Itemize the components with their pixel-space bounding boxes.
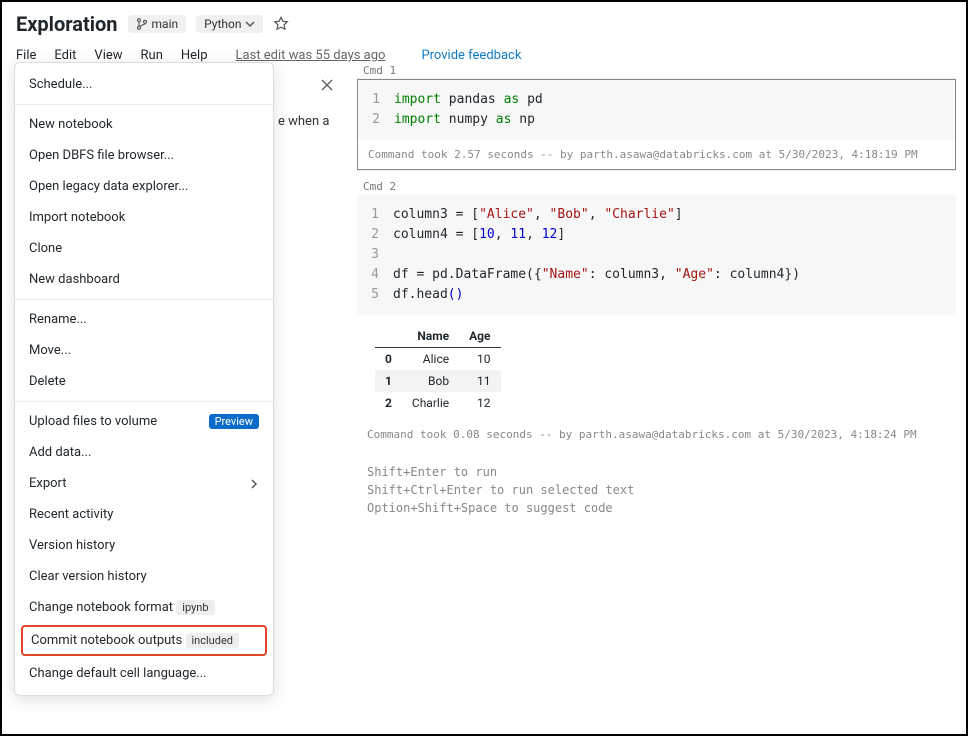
code-content: import pandas as pd import numpy as np — [394, 90, 947, 130]
language-selector[interactable]: Python — [196, 15, 263, 33]
separator — [15, 104, 273, 105]
last-edit-link[interactable]: Last edit was 55 days ago — [236, 48, 386, 63]
menu-item-open-legacy[interactable]: Open legacy data explorer... — [15, 171, 273, 202]
included-badge: included — [186, 633, 240, 648]
branch-name: main — [152, 17, 179, 31]
chevron-right-icon — [249, 479, 259, 489]
code-editor-2[interactable]: 1 2 3 4 5 column3 = ["Alice", "Bob", "Ch… — [357, 195, 956, 315]
file-dropdown-menu: Schedule... New notebook Open DBFS file … — [14, 62, 274, 696]
cell-1[interactable]: 1 2 import pandas as pd import numpy as … — [357, 79, 956, 170]
format-badge: ipynb — [176, 600, 214, 615]
code-content: column3 = ["Alice", "Bob", "Charlie"] co… — [393, 205, 948, 305]
truncated-text: e when a — [278, 114, 329, 129]
menu-item-recent[interactable]: Recent activity — [15, 499, 273, 530]
separator — [15, 401, 273, 402]
cell-label-1: Cmd 1 — [357, 62, 956, 79]
preview-badge: Preview — [209, 414, 259, 429]
close-icon[interactable] — [320, 78, 334, 92]
menu-help[interactable]: Help — [181, 48, 208, 63]
menu-run[interactable]: Run — [141, 48, 163, 63]
menu-item-commit-outputs[interactable]: Commit notebook outputs included — [21, 625, 267, 656]
separator — [15, 299, 273, 300]
menu-item-clear-history[interactable]: Clear version history — [15, 561, 273, 592]
menu-item-schedule[interactable]: Schedule... — [15, 69, 273, 100]
cell-status-1: Command took 2.57 seconds -- by parth.as… — [358, 140, 955, 169]
feedback-link[interactable]: Provide feedback — [421, 48, 521, 63]
menu-item-import-notebook[interactable]: Import notebook — [15, 202, 273, 233]
chevron-down-icon — [245, 19, 255, 29]
code-editor-1[interactable]: 1 2 import pandas as pd import numpy as … — [358, 80, 955, 140]
cell-status-2: Command took 0.08 seconds -- by parth.as… — [357, 420, 956, 449]
table-row: 0Alice10 — [375, 348, 501, 371]
menu-file[interactable]: File — [16, 48, 36, 63]
cell-2[interactable]: 1 2 3 4 5 column3 = ["Alice", "Bob", "Ch… — [357, 195, 956, 449]
menu-item-export[interactable]: Export — [15, 468, 273, 499]
menu-item-move[interactable]: Move... — [15, 335, 273, 366]
language-label: Python — [204, 17, 241, 31]
git-branch-icon — [136, 18, 148, 30]
menu-item-new-dashboard[interactable]: New dashboard — [15, 264, 273, 295]
menu-item-delete[interactable]: Delete — [15, 366, 273, 397]
menu-item-rename[interactable]: Rename... — [15, 304, 273, 335]
menu-view[interactable]: View — [94, 48, 122, 63]
header: Exploration main Python File Edit View R… — [2, 2, 966, 69]
notebook-main: Cmd 1 1 2 import pandas as pd import num… — [357, 62, 956, 724]
menu-edit[interactable]: Edit — [54, 48, 76, 63]
title-row: Exploration main Python — [16, 12, 952, 36]
menu-item-clone[interactable]: Clone — [15, 233, 273, 264]
notebook-title[interactable]: Exploration — [16, 12, 118, 36]
line-gutter: 1 2 — [366, 90, 394, 130]
line-gutter: 1 2 3 4 5 — [365, 205, 393, 305]
menu-item-new-notebook[interactable]: New notebook — [15, 109, 273, 140]
menu-item-upload[interactable]: Upload files to volumePreview — [15, 406, 273, 437]
branch-selector[interactable]: main — [128, 15, 187, 33]
keyboard-hints: Shift+Enter to run Shift+Ctrl+Enter to r… — [357, 457, 956, 523]
dataframe-output: Name Age 0Alice10 1Bob11 2Charlie12 — [375, 325, 501, 414]
menu-item-version-history[interactable]: Version history — [15, 530, 273, 561]
table-row: 1Bob11 — [375, 370, 501, 392]
star-icon[interactable] — [273, 16, 289, 32]
table-row: 2Charlie12 — [375, 392, 501, 414]
menu-item-add-data[interactable]: Add data... — [15, 437, 273, 468]
menu-item-change-language[interactable]: Change default cell language... — [15, 658, 273, 689]
menu-item-open-dbfs[interactable]: Open DBFS file browser... — [15, 140, 273, 171]
menu-item-change-format[interactable]: Change notebook format ipynb — [15, 592, 273, 623]
cell-label-2: Cmd 2 — [357, 178, 956, 195]
